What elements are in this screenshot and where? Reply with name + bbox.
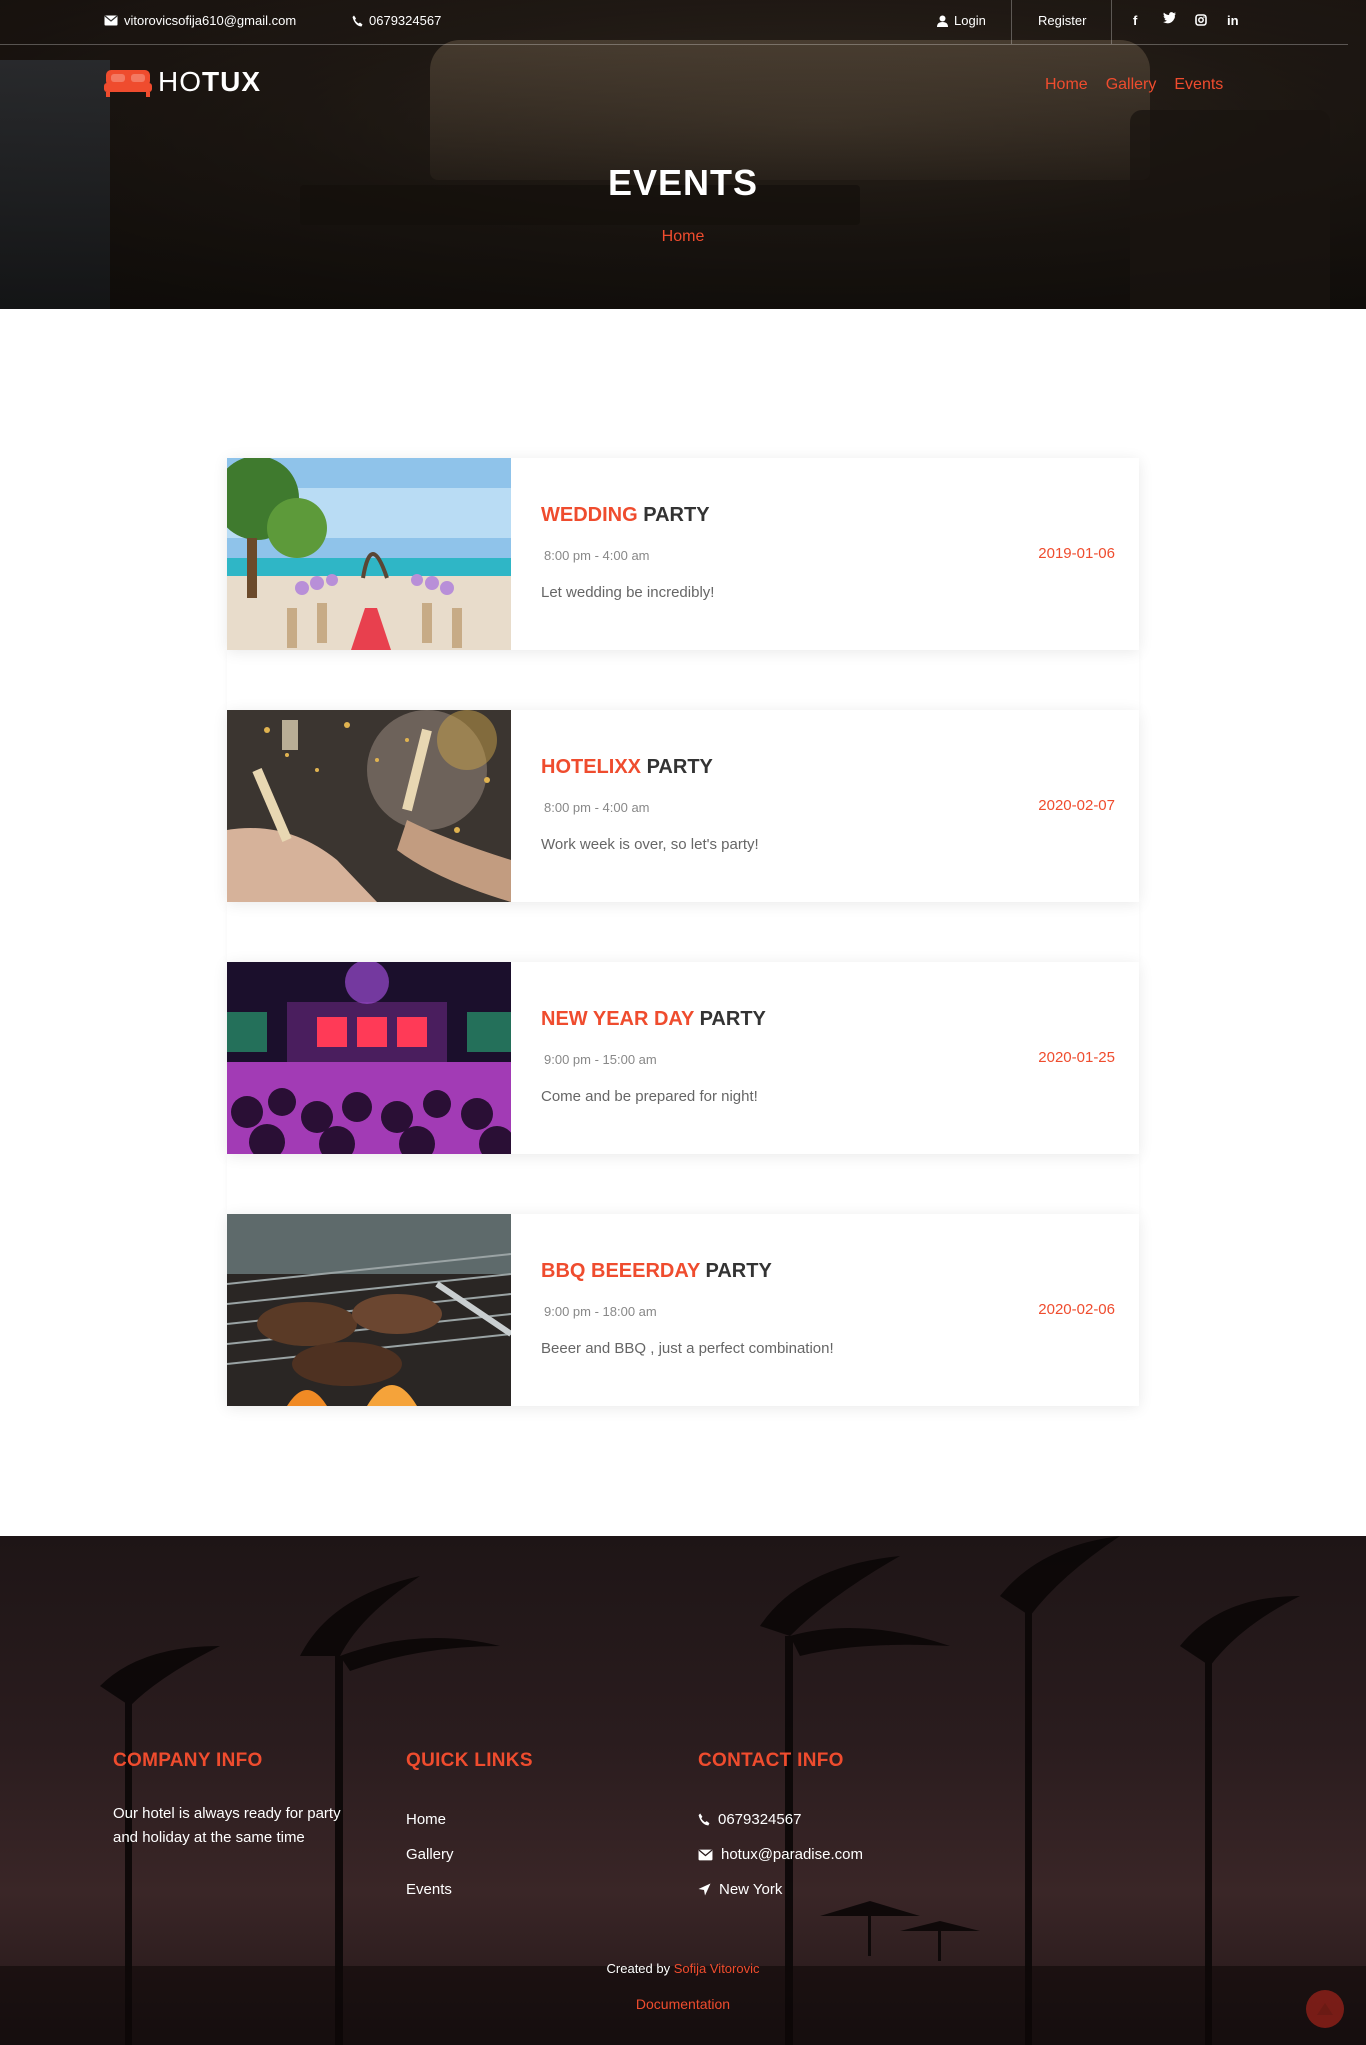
event-description: Beeer and BBQ , just a perfect combinati… (541, 1340, 834, 1357)
page-title: EVENTS (607, 162, 759, 203)
site-footer: COMPANY INFO Our hotel is always ready f… (0, 1536, 1366, 2045)
phone-icon (698, 1813, 710, 1826)
event-card-wedding[interactable]: WEDDING PARTY 8:00 pm - 4:00 am Let wedd… (227, 458, 1139, 650)
event-title: HOTELIXX PARTY (541, 756, 713, 779)
topbar-email-text: vitorovicsofija610@gmail.com (124, 13, 297, 28)
nav-gallery[interactable]: Gallery (1106, 76, 1157, 94)
hero-sofa-decoration (430, 40, 1150, 180)
hotux-logo[interactable]: HOTUX (104, 66, 261, 98)
contact-phone[interactable]: 0679324567 (698, 1811, 801, 1828)
event-title: NEW YEAR DAY PARTY (541, 1008, 766, 1031)
event-spacer (227, 1154, 1139, 1214)
arrow-up-icon (1317, 2003, 1333, 2015)
facebook-icon[interactable]: f (1133, 13, 1137, 28)
event-description: Come and be prepared for night! (541, 1088, 758, 1105)
event-time: 8:00 pm - 4:00 am (544, 800, 650, 815)
contact-location-text: New York (719, 1881, 783, 1898)
event-title-accent: NEW YEAR DAY (541, 1008, 695, 1030)
event-image-new-year-day (227, 962, 511, 1154)
quick-links-title: QUICK LINKS (406, 1750, 533, 1771)
topbar-email[interactable]: vitorovicsofija610@gmail.com (104, 13, 296, 28)
event-card-new-year-day[interactable]: NEW YEAR DAY PARTY 9:00 pm - 15:00 am Co… (227, 962, 1139, 1154)
topbar-divider (1111, 0, 1112, 44)
footer-link-events[interactable]: Events (406, 1881, 452, 1898)
envelope-icon (104, 15, 118, 26)
credit-prefix: Created by (606, 1961, 671, 1976)
event-image-wedding (227, 458, 511, 650)
logo-text: HOTUX (158, 66, 261, 98)
event-date: 2019-01-06 (1038, 545, 1115, 562)
event-time: 9:00 pm - 15:00 am (544, 1052, 657, 1067)
contact-phone-text: 0679324567 (718, 1811, 802, 1828)
company-info-title: COMPANY INFO (113, 1750, 263, 1771)
linkedin-icon[interactable]: in (1227, 13, 1239, 28)
credit-author-link[interactable]: Sofija Vitorovic (674, 1961, 760, 1976)
bed-icon (104, 70, 152, 97)
event-spacer (227, 650, 1139, 710)
event-title-rest: PARTY (705, 1260, 772, 1282)
contact-info-title: CONTACT INFO (698, 1750, 844, 1771)
company-info-line: and holiday at the same time (113, 1829, 305, 1846)
footer-credit: Created by Sofija Vitorovic (0, 1961, 1366, 1976)
logo-text-light: HO (158, 66, 202, 97)
event-date: 2020-01-25 (1038, 1049, 1115, 1066)
event-image-bbq-beeerday (227, 1214, 511, 1406)
event-title-accent: BBQ BEEERDAY (541, 1260, 700, 1282)
hero-chair-decoration (1130, 110, 1330, 309)
event-title-accent: WEDDING (541, 504, 638, 526)
event-title: WEDDING PARTY (541, 504, 710, 527)
register-label: Register (1038, 13, 1087, 28)
logo-text-bold: TUX (202, 66, 261, 97)
footer-link-home[interactable]: Home (406, 1811, 446, 1828)
topbar-phone[interactable]: 0679324567 (352, 13, 441, 28)
company-info-text: Our hotel is always ready for party and … (113, 1802, 341, 1850)
user-icon (937, 15, 948, 27)
scroll-to-top-button[interactable] (1306, 1990, 1344, 2028)
contact-email[interactable]: hotux@paradise.com (698, 1846, 863, 1863)
event-spacer (227, 902, 1139, 962)
documentation-link[interactable]: Documentation (0, 1996, 1366, 2012)
top-bar: vitorovicsofija610@gmail.com 0679324567 … (0, 0, 1366, 45)
contact-location: New York (698, 1881, 782, 1898)
login-label: Login (954, 13, 986, 28)
nav-home[interactable]: Home (1045, 76, 1088, 94)
event-title-rest: PARTY (646, 756, 713, 778)
event-title-rest: PARTY (643, 504, 710, 526)
event-date: 2020-02-06 (1038, 1301, 1115, 1318)
topbar-divider (1011, 0, 1012, 44)
event-title-accent: HOTELIXX (541, 756, 642, 778)
hero-banner: vitorovicsofija610@gmail.com 0679324567 … (0, 0, 1366, 309)
event-title-rest: PARTY (699, 1008, 766, 1030)
twitter-icon[interactable] (1163, 12, 1176, 27)
event-description: Work week is over, so let's party! (541, 836, 759, 853)
event-time: 9:00 pm - 18:00 am (544, 1304, 657, 1319)
phone-icon (352, 15, 363, 26)
instagram-icon[interactable] (1195, 14, 1207, 29)
event-image-hotelixx (227, 710, 511, 902)
contact-email-text: hotux@paradise.com (721, 1846, 863, 1863)
topbar-phone-text: 0679324567 (369, 13, 442, 28)
event-card-hotelixx[interactable]: HOTELIXX PARTY 8:00 pm - 4:00 am Work we… (227, 710, 1139, 902)
topbar-underline (0, 44, 1348, 45)
event-title: BBQ BEEERDAY PARTY (541, 1260, 772, 1283)
main-nav: Home Gallery Events (1045, 76, 1223, 94)
event-description: Let wedding be incredibly! (541, 584, 715, 601)
nav-events[interactable]: Events (1174, 76, 1223, 94)
envelope-icon (698, 1849, 713, 1860)
event-card-bbq-beeerday[interactable]: BBQ BEEERDAY PARTY 9:00 pm - 18:00 am Be… (227, 1214, 1139, 1406)
login-link[interactable]: Login (937, 13, 986, 28)
company-info-line: Our hotel is always ready for party (113, 1805, 341, 1822)
event-date: 2020-02-07 (1038, 797, 1115, 814)
register-link[interactable]: Register (1038, 13, 1086, 28)
event-time: 8:00 pm - 4:00 am (544, 548, 650, 563)
breadcrumb-home[interactable]: Home (0, 228, 1366, 246)
location-arrow-icon (698, 1883, 711, 1896)
footer-link-gallery[interactable]: Gallery (406, 1846, 454, 1863)
